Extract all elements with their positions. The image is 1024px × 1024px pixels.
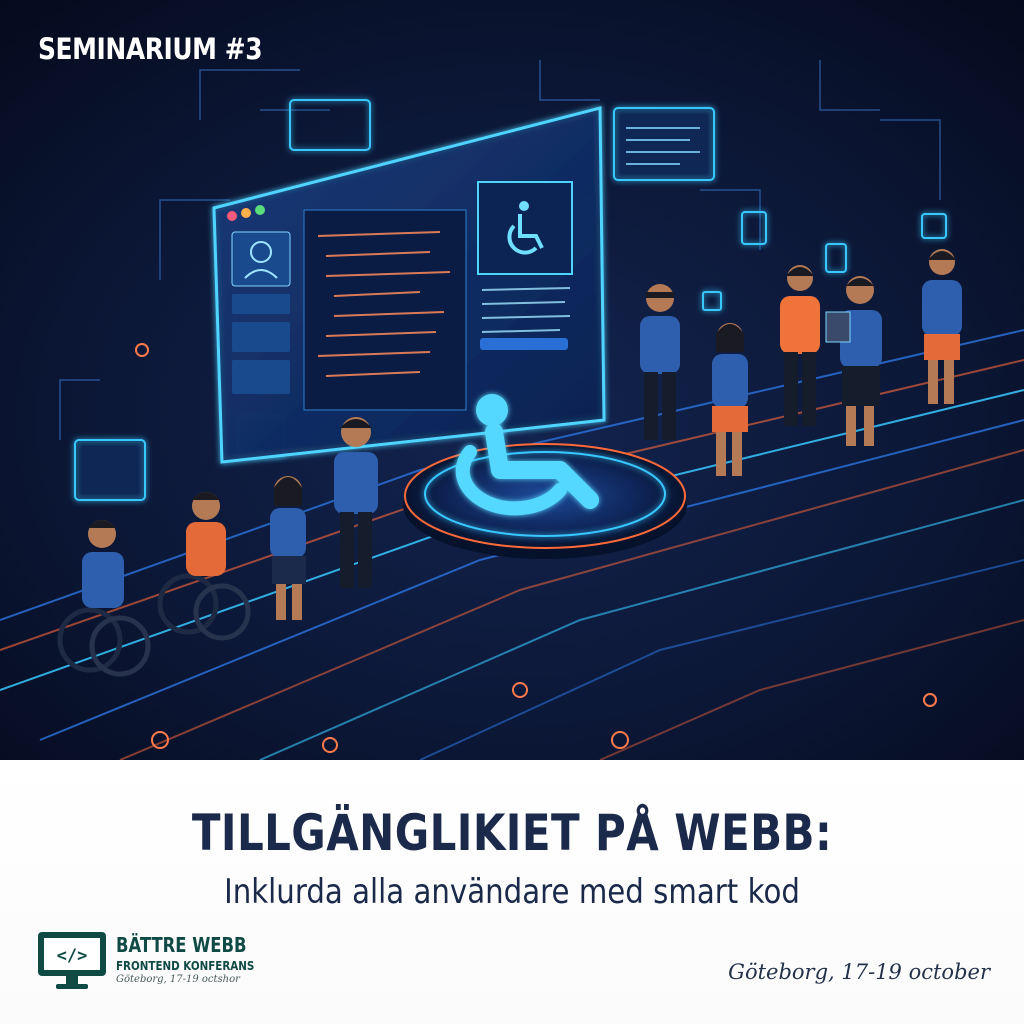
page-title: TILLGÄNGLIKIET PÅ WEBB: [191, 804, 833, 862]
code-icon-label: </> [57, 946, 88, 966]
seminar-badge: SEMINARIUM #3 [38, 32, 263, 66]
window-min-dot [241, 208, 251, 218]
user-profile-icon [231, 231, 291, 287]
conference-logo: </> BÄTTRE WEBB FRONTEND KONFERANS Göteb… [36, 930, 296, 1000]
logo-tagline: FRONTEND KONFERANS [116, 959, 255, 973]
event-date: Göteborg, 17-19 october [728, 960, 990, 984]
page-subtitle: Inklurda alla användare med smart kod [224, 872, 800, 912]
monitor-code-icon: </> [38, 932, 106, 989]
logo-name: BÄTTRE WEBB [116, 933, 247, 957]
hero-illustration: SEMINARIUM #3 [0, 0, 1024, 760]
logo-date: Göteborg, 17-19 octshor [116, 974, 240, 985]
footer-panel: TILLGÄNGLIKIET PÅ WEBB: Inklurda alla an… [0, 760, 1024, 1024]
window-max-dot [255, 205, 265, 215]
accessibility-scene [0, 0, 1024, 760]
window-close-dot [227, 211, 237, 221]
wheelchair-icon [477, 181, 573, 275]
